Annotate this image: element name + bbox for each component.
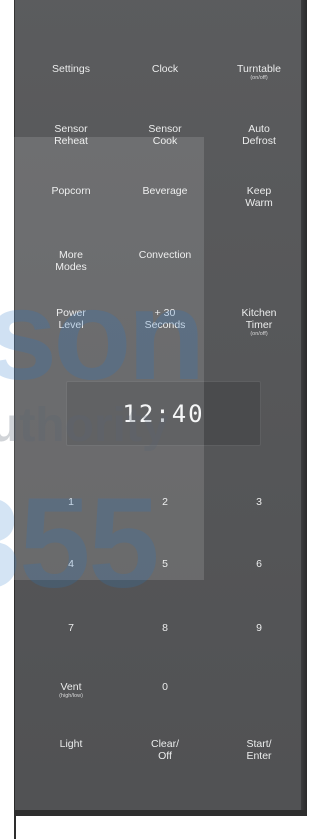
button-label: Keep <box>246 185 272 197</box>
button-label: 0 <box>162 681 168 693</box>
button-label: 5 <box>162 558 168 570</box>
panel-bottom-edge <box>14 810 307 816</box>
button-label: Auto <box>248 123 270 135</box>
button-label: Convection <box>138 249 192 261</box>
button-label: Turntable <box>237 63 281 75</box>
button-label: 1 <box>68 496 74 508</box>
button-label: Beverage <box>142 185 188 197</box>
clock-button[interactable]: Clock <box>118 63 212 75</box>
8-button[interactable]: 8 <box>118 622 212 634</box>
clock-display: 12:40 <box>66 381 261 446</box>
kitchen-timer-button[interactable]: Kitchen Timer (on/off) <box>212 307 306 338</box>
sensor-cook-button[interactable]: Sensor Cook <box>118 123 212 147</box>
button-label: Settings <box>52 63 90 75</box>
7-button[interactable]: 7 <box>24 622 118 634</box>
30-seconds-button[interactable]: + 30 Seconds <box>118 307 212 331</box>
button-label: Cook <box>152 135 178 147</box>
button-label: Defrost <box>242 135 276 147</box>
button-label: Warm <box>245 197 273 209</box>
vent-button[interactable]: Vent (high/low) <box>24 681 118 700</box>
button-label: More <box>59 249 83 261</box>
button-label: Sensor <box>54 123 88 135</box>
keep-warm-button[interactable]: Keep Warm <box>212 185 306 209</box>
convection-button[interactable]: Convection <box>118 249 212 261</box>
clear-off-button[interactable]: Clear/Off <box>118 738 212 762</box>
button-label: Popcorn <box>51 185 91 197</box>
button-label: 6 <box>256 558 262 570</box>
button-label: Kitchen <box>241 307 277 319</box>
button-label: 4 <box>68 558 74 570</box>
button-label: Off <box>158 750 172 762</box>
button-label: Clear/ <box>150 738 179 750</box>
0-button[interactable]: 0 <box>118 681 212 693</box>
button-label: Timer <box>245 319 273 331</box>
6-button[interactable]: 6 <box>212 558 306 570</box>
button-label: + 30 <box>154 307 176 319</box>
3-button[interactable]: 3 <box>212 496 306 508</box>
panel-left-strip <box>14 816 16 839</box>
button-label: Modes <box>55 261 87 273</box>
beverage-button[interactable]: Beverage <box>118 185 212 197</box>
button-label: Level <box>58 319 84 331</box>
more-modes-button[interactable]: More Modes <box>24 249 118 273</box>
button-label: Vent <box>60 681 82 693</box>
popcorn-button[interactable]: Popcorn <box>24 185 118 197</box>
button-label: 9 <box>256 622 262 634</box>
button-label: Seconds <box>144 319 186 331</box>
button-sublabel: (high/low) <box>59 693 83 699</box>
start-enter-button[interactable]: Start/Enter <box>212 738 306 762</box>
power-level-button[interactable]: Power Level <box>24 307 118 331</box>
button-label: Enter <box>246 750 272 762</box>
1-button[interactable]: 1 <box>24 496 118 508</box>
sensor-reheat-button[interactable]: Sensor Reheat <box>24 123 118 147</box>
light-button[interactable]: Light <box>24 738 118 750</box>
9-button[interactable]: 9 <box>212 622 306 634</box>
button-label: Reheat <box>54 135 88 147</box>
auto-defrost-button[interactable]: Auto Defrost <box>212 123 306 147</box>
button-sublabel: (on/off) <box>250 331 268 337</box>
settings-button[interactable]: Settings <box>24 63 118 75</box>
button-label: Sensor <box>148 123 182 135</box>
5-button[interactable]: 5 <box>118 558 212 570</box>
button-label: Light <box>59 738 83 750</box>
4-button[interactable]: 4 <box>24 558 118 570</box>
button-label: Clock <box>151 63 179 75</box>
2-button[interactable]: 2 <box>118 496 212 508</box>
button-sublabel: (on/off) <box>250 75 268 81</box>
button-label: Power <box>56 307 86 319</box>
button-label: 2 <box>162 496 168 508</box>
button-label: 3 <box>256 496 262 508</box>
button-label: 7 <box>68 622 74 634</box>
turntable-button[interactable]: Turntable (on/off) <box>212 63 306 82</box>
display-time: 12:40 <box>122 399 205 428</box>
button-label: 8 <box>162 622 168 634</box>
button-label: Start/ <box>246 738 272 750</box>
